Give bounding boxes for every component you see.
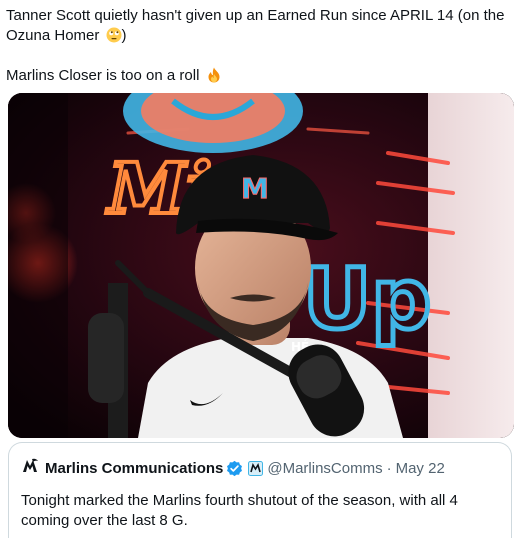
tweet-text: Tanner Scott quietly hasn't given up an … xyxy=(6,6,512,86)
marlins-logo-avatar-icon[interactable] xyxy=(21,457,39,479)
tweet-line-1-after: ) xyxy=(121,27,127,44)
tweet-line-2: Marlins Closer is too on a roll xyxy=(6,66,512,86)
quoted-tweet[interactable]: Marlins Communications @MarlinsComms · M… xyxy=(8,442,512,538)
handle-date-separator: · xyxy=(386,459,392,477)
tweet-line-1-text: Tanner Scott quietly hasn't given up an … xyxy=(6,7,505,44)
tanner-scott-podcast-photo: Mi i Up M HÉ xyxy=(8,93,514,438)
quoted-handle[interactable]: @MarlinsComms xyxy=(267,460,382,477)
cap-logo: M xyxy=(241,172,269,205)
quoted-tweet-header: Marlins Communications @MarlinsComms · M… xyxy=(21,458,445,478)
verified-badge-icon xyxy=(226,460,243,477)
neon-up-text: Up xyxy=(303,250,431,348)
quoted-display-name[interactable]: Marlins Communications xyxy=(45,460,223,477)
tweet-line-2-text: Marlins Closer is too on a roll xyxy=(6,67,204,84)
rolling-eyes-emoji-icon xyxy=(106,27,122,43)
quoted-date[interactable]: May 22 xyxy=(396,460,445,477)
fire-emoji-icon xyxy=(206,67,222,83)
tweet-line-1: Tanner Scott quietly hasn't given up an … xyxy=(6,6,512,46)
tweet-photo[interactable]: Mi i Up M HÉ xyxy=(8,93,514,438)
quoted-tweet-text: Tonight marked the Marlins fourth shutou… xyxy=(21,492,458,529)
affiliate-logo-icon xyxy=(248,460,264,476)
